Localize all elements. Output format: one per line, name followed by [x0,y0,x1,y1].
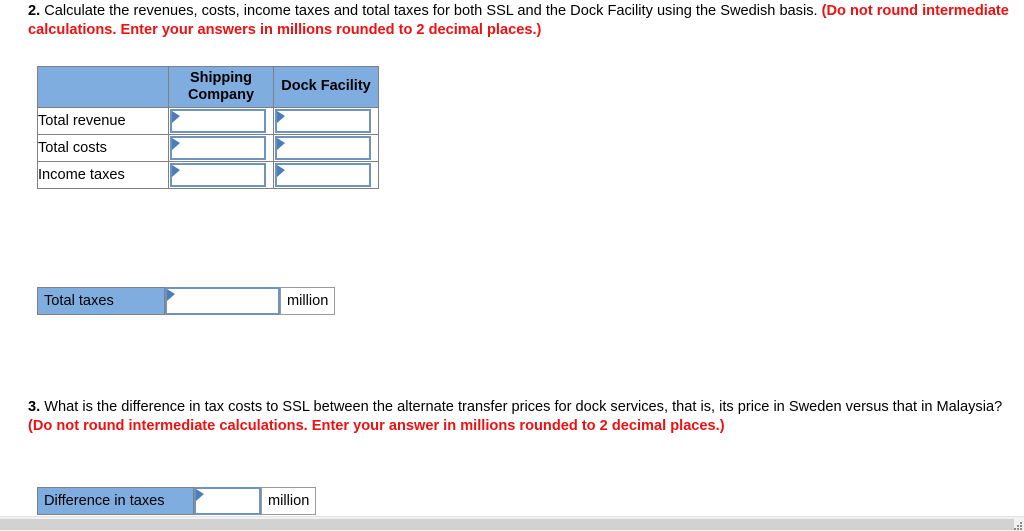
input-total-revenue-dock[interactable] [286,111,367,132]
flag-marker-icon [196,489,204,501]
difference-taxes-answer-row: Difference in taxes million [37,487,317,515]
column-header-dock-facility: Dock Facility [273,65,379,109]
total-taxes-unit: million [280,287,336,315]
question-2-number: 2. [28,3,41,19]
input-wrapper [170,163,266,188]
input-wrapper [170,109,266,134]
row-label-total-costs: Total costs [37,134,169,163]
row-label-income-taxes: Income taxes [37,161,169,190]
difference-taxes-unit: million [261,487,317,515]
scrollbar-thumb[interactable] [0,519,1014,530]
total-taxes-answer-row: Total taxes million [37,287,336,315]
horizontal-scrollbar[interactable] [0,516,1024,531]
difference-taxes-input-wrapper [194,487,261,515]
input-income-taxes-shipping[interactable] [181,165,262,186]
input-wrapper [170,136,266,161]
input-wrapper [275,109,371,134]
table-row: Total costs [37,134,379,163]
input-total-taxes[interactable] [176,289,276,313]
total-taxes-input-wrapper [165,287,280,315]
question-3-instruction: (Do not round intermediate calculations.… [28,418,725,435]
cell-income-taxes-shipping [168,161,274,190]
input-difference-taxes[interactable] [205,489,257,513]
flag-marker-icon [277,138,285,151]
input-total-costs-shipping[interactable] [181,138,262,159]
input-income-taxes-dock[interactable] [286,165,367,186]
worksheet-page: 2. Calculate the revenues, costs, income… [0,0,1024,531]
table-row: Income taxes [37,161,379,190]
column-header-shipping-company: Shipping Company [168,65,274,109]
row-label-total-revenue: Total revenue [37,107,169,136]
flag-marker-icon [172,138,180,151]
flag-marker-icon [172,111,180,124]
question-3-text: What is the difference in tax costs to S… [40,399,1003,415]
swedish-basis-answer-table: Shipping Company Dock Facility Total rev… [37,65,379,190]
total-taxes-label: Total taxes [37,287,165,315]
question-2-text: Calculate the revenues, costs, income ta… [40,3,822,19]
table-header-row: Shipping Company Dock Facility [37,65,379,109]
cell-total-revenue-shipping [168,107,274,136]
table-corner-header [37,65,169,109]
flag-marker-icon [167,289,175,301]
input-total-costs-dock[interactable] [286,138,367,159]
cell-total-revenue-dock [273,107,379,136]
cell-total-costs-dock [273,134,379,163]
difference-taxes-label: Difference in taxes [37,487,194,515]
question-3-number: 3. [28,399,41,415]
cell-income-taxes-dock [273,161,379,190]
input-wrapper [275,163,371,188]
flag-marker-icon [277,165,285,178]
resize-grip-icon[interactable] [1012,520,1022,530]
cell-total-costs-shipping [168,134,274,163]
table-row: Total revenue [37,107,379,136]
question-2-prompt: 2. Calculate the revenues, costs, income… [28,2,1013,41]
input-total-revenue-shipping[interactable] [181,111,262,132]
flag-marker-icon [277,111,285,124]
input-wrapper [275,136,371,161]
question-3-prompt: 3. What is the difference in tax costs t… [28,398,1013,437]
flag-marker-icon [172,165,180,178]
